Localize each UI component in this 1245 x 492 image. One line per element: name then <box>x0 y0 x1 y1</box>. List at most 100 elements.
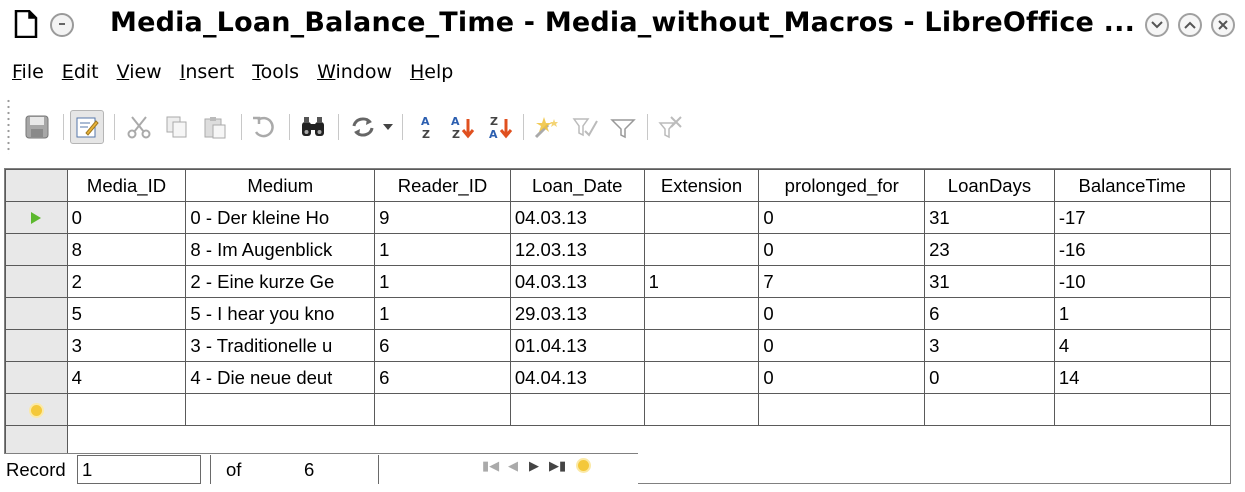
table-cell-extension[interactable] <box>643 361 760 394</box>
previous-record-icon[interactable]: ◀ <box>508 458 518 474</box>
column-header-medium[interactable]: Medium <box>185 169 376 202</box>
table-row[interactable]: 88 - Im Augenblick 1 12.03.13 0 23 -16 <box>5 233 1230 266</box>
table-cell-prolonged_for[interactable]: 0 <box>758 329 926 362</box>
sort-za-icon[interactable]: ZA <box>484 110 518 144</box>
row-selector[interactable] <box>5 393 68 426</box>
table-cell-reader_id[interactable]: 6 <box>374 329 511 362</box>
row-header-corner[interactable] <box>5 169 68 202</box>
undo-icon[interactable] <box>246 110 280 144</box>
menu-help[interactable]: Help <box>410 61 453 83</box>
table-cell-loandays[interactable]: 23 <box>924 233 1055 266</box>
row-selector[interactable] <box>5 361 68 394</box>
table-cell-empty[interactable] <box>66 393 187 426</box>
menu-insert[interactable]: Insert <box>180 61 235 83</box>
table-row[interactable]: 33 - Traditionelle u 6 01.04.13 0 3 4 <box>5 329 1230 362</box>
table-cell-medium[interactable]: 0 - Der kleine Ho <box>185 201 376 234</box>
table-cell-medium[interactable]: 8 - Im Augenblick <box>185 233 376 266</box>
table-cell-media_id[interactable]: 8 <box>66 233 187 266</box>
table-cell-balancetime[interactable]: 1 <box>1053 297 1211 330</box>
table-cell-medium[interactable]: 3 - Traditionelle u <box>185 329 376 362</box>
table-cell-empty[interactable] <box>758 393 926 426</box>
table-cell-loan_date[interactable]: 04.03.13 <box>509 201 645 234</box>
table-cell-loan_date[interactable]: 04.04.13 <box>509 361 645 394</box>
table-row[interactable]: 44 - Die neue deut 6 04.04.13 0 0 14 <box>5 361 1230 394</box>
table-cell-reader_id[interactable]: 9 <box>374 201 511 234</box>
table-cell-media_id[interactable]: 3 <box>66 329 187 362</box>
column-header-loan_date[interactable]: Loan_Date <box>509 169 645 202</box>
table-cell-media_id[interactable]: 0 <box>66 201 187 234</box>
apply-filter-icon[interactable] <box>606 110 640 144</box>
table-cell-balancetime[interactable]: -10 <box>1053 265 1211 298</box>
table-cell-extension[interactable] <box>643 201 760 234</box>
row-selector[interactable] <box>5 297 68 330</box>
sort-az-icon[interactable]: AZ <box>446 110 480 144</box>
find-record-icon[interactable] <box>296 110 330 144</box>
libreoffice-base-icon[interactable] <box>14 10 38 38</box>
table-cell-prolonged_for[interactable]: 0 <box>758 361 926 394</box>
menu-view[interactable]: View <box>117 61 162 83</box>
table-cell-medium[interactable]: 4 - Die neue deut <box>185 361 376 394</box>
table-row[interactable]: 00 - Der kleine Ho 9 04.03.13 0 31 -17 <box>5 201 1230 234</box>
table-cell-balancetime[interactable]: 14 <box>1053 361 1211 394</box>
table-cell-balancetime[interactable]: 4 <box>1053 329 1211 362</box>
table-cell-prolonged_for[interactable]: 0 <box>758 201 926 234</box>
table-cell-medium[interactable]: 2 - Eine kurze Ge <box>185 265 376 298</box>
table-cell-reader_id[interactable]: 1 <box>374 297 511 330</box>
menu-file[interactable]: File <box>12 61 44 83</box>
table-cell-loan_date[interactable]: 29.03.13 <box>509 297 645 330</box>
refresh-icon[interactable] <box>346 110 380 144</box>
table-cell-reader_id[interactable]: 1 <box>374 265 511 298</box>
new-record-icon[interactable] <box>578 457 589 474</box>
remove-filter-icon[interactable] <box>654 110 688 144</box>
cut-icon[interactable] <box>122 110 156 144</box>
column-header-balancetime[interactable]: BalanceTime <box>1053 169 1211 202</box>
first-record-icon[interactable]: ▮◀ <box>482 458 499 474</box>
column-header-loandays[interactable]: LoanDays <box>924 169 1055 202</box>
record-number-input[interactable]: 1 <box>77 455 201 484</box>
table-cell-loandays[interactable]: 31 <box>924 265 1055 298</box>
table-cell-loan_date[interactable]: 04.03.13 <box>509 265 645 298</box>
save-icon[interactable] <box>20 110 54 144</box>
table-cell-media_id[interactable]: 2 <box>66 265 187 298</box>
close-icon[interactable] <box>1211 13 1235 37</box>
table-row[interactable]: 55 - I hear you kno 1 29.03.13 0 6 1 <box>5 297 1230 330</box>
sort-ascending-icon[interactable]: AZ <box>410 110 444 144</box>
table-cell-reader_id[interactable]: 1 <box>374 233 511 266</box>
table-cell-empty[interactable] <box>374 393 511 426</box>
row-selector[interactable] <box>5 233 68 266</box>
minimize-icon[interactable] <box>1145 13 1169 37</box>
table-cell-empty[interactable] <box>1053 393 1211 426</box>
table-cell-empty[interactable] <box>643 393 760 426</box>
new-record-row[interactable] <box>5 393 1230 426</box>
maximize-icon[interactable] <box>1178 13 1202 37</box>
refresh-dropdown-icon[interactable] <box>379 110 397 144</box>
paste-icon[interactable] <box>198 110 232 144</box>
column-header-prolonged_for[interactable]: prolonged_for <box>758 169 926 202</box>
table-cell-loandays[interactable]: 0 <box>924 361 1055 394</box>
edit-mode-icon[interactable] <box>70 110 104 144</box>
toolbar-grip-icon[interactable] <box>6 98 12 154</box>
table-cell-loandays[interactable]: 31 <box>924 201 1055 234</box>
table-cell-extension[interactable] <box>643 233 760 266</box>
table-cell-extension[interactable]: 1 <box>643 265 760 298</box>
menu-edit[interactable]: Edit <box>62 61 99 83</box>
table-cell-empty[interactable] <box>185 393 376 426</box>
table-cell-prolonged_for[interactable]: 7 <box>758 265 926 298</box>
table-cell-media_id[interactable]: 5 <box>66 297 187 330</box>
table-cell-prolonged_for[interactable]: 0 <box>758 233 926 266</box>
column-header-reader_id[interactable]: Reader_ID <box>374 169 511 202</box>
table-cell-loandays[interactable]: 3 <box>924 329 1055 362</box>
table-cell-media_id[interactable]: 4 <box>66 361 187 394</box>
table-cell-medium[interactable]: 5 - I hear you kno <box>185 297 376 330</box>
window-menu-icon[interactable] <box>50 13 74 37</box>
column-header-media_id[interactable]: Media_ID <box>66 169 187 202</box>
table-cell-balancetime[interactable]: -16 <box>1053 233 1211 266</box>
table-cell-balancetime[interactable]: -17 <box>1053 201 1211 234</box>
autofilter-icon[interactable] <box>530 110 564 144</box>
next-record-icon[interactable]: ▶ <box>529 458 539 474</box>
table-cell-empty[interactable] <box>924 393 1055 426</box>
row-selector[interactable] <box>5 265 68 298</box>
menu-tools[interactable]: Tools <box>252 61 299 83</box>
row-selector[interactable] <box>5 201 68 234</box>
table-cell-extension[interactable] <box>643 297 760 330</box>
